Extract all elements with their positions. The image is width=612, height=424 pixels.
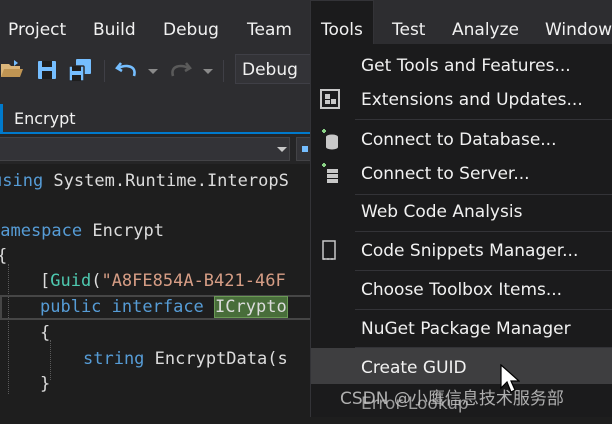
open-folder-icon[interactable]	[0, 58, 24, 82]
redo-dropdown-arrow[interactable]	[203, 69, 213, 74]
open-brace: {	[0, 246, 7, 266]
keyword-public: public	[40, 297, 102, 317]
keyword-string: string	[83, 349, 145, 369]
attribute-paren: (	[91, 271, 102, 291]
undo-icon[interactable]	[115, 58, 139, 82]
code-line-5: [Guid("A8FE854A-B421-46F	[40, 269, 286, 294]
code-line-1: using System.Runtime.InteropS	[0, 169, 289, 194]
watermark: CSDN @小鹰信息技术服务部	[340, 389, 564, 409]
code-line-6: public interface ICrypto	[40, 295, 288, 320]
menu-item-label: Create GUID	[361, 358, 467, 378]
open-brace: {	[40, 323, 51, 343]
namespace-name: Encrypt	[82, 221, 165, 241]
type-dropdown[interactable]	[0, 137, 290, 161]
close-brace: }	[40, 374, 51, 394]
attribute-bracket: [	[40, 271, 51, 291]
save-all-icon[interactable]	[68, 58, 92, 82]
snippet-icon	[322, 240, 336, 260]
menu-test[interactable]: Test	[392, 0, 425, 44]
menu-item-label: Code Snippets Manager...	[361, 241, 579, 261]
menu-debug[interactable]: Debug	[163, 0, 219, 44]
redo-icon[interactable]	[168, 58, 192, 82]
keyword-namespace: namespace	[0, 221, 83, 241]
menu-team[interactable]: Team	[247, 0, 292, 44]
toolbar-separator	[223, 60, 224, 82]
undo-dropdown-arrow[interactable]	[148, 69, 158, 74]
indent-guide	[8, 264, 9, 394]
interface-name-highlight: ICrypto	[214, 296, 288, 318]
code-line-4: {	[0, 244, 7, 269]
guid-string: "A8FE854A-B421-46F	[101, 271, 286, 291]
menu-item-create-guid[interactable]: Create GUID	[311, 348, 612, 384]
menu-item-get-tools[interactable]: Get Tools and Features...	[311, 46, 612, 82]
chevron-down-icon	[277, 147, 287, 152]
menu-bar: Project Build Debug Team Tools Test Anal…	[0, 0, 612, 44]
tools-menu-dropdown: Get Tools and Features... Extensions and…	[310, 44, 612, 417]
menu-item-choose-toolbox[interactable]: Choose Toolbox Items...	[311, 270, 612, 306]
menu-item-label: Extensions and Updates...	[361, 90, 583, 110]
menu-item-extensions[interactable]: Extensions and Updates...	[311, 80, 612, 116]
menu-item-label: Web Code Analysis	[361, 202, 523, 222]
code-line-8: string EncryptData(s	[83, 347, 288, 372]
save-icon[interactable]	[35, 58, 59, 82]
mouse-cursor-icon	[500, 364, 520, 393]
menu-item-label: Choose Toolbox Items...	[361, 280, 563, 300]
document-tab-label: Encrypt	[14, 109, 76, 128]
code-line-7: {	[40, 321, 50, 346]
menu-item-connect-server[interactable]: Connect to Server...	[311, 154, 612, 190]
menu-item-connect-database[interactable]: Connect to Database...	[311, 120, 612, 156]
database-icon	[322, 129, 338, 150]
document-tab-encrypt[interactable]: Encrypt	[0, 104, 333, 132]
extensions-icon	[320, 89, 340, 109]
menu-analyze[interactable]: Analyze	[452, 0, 519, 44]
member-icon	[302, 146, 308, 152]
keyword-using: using	[0, 171, 44, 191]
menu-item-nuget[interactable]: NuGet Package Manager	[311, 309, 612, 345]
keyword-interface: interface	[111, 297, 204, 317]
menu-tools[interactable]: Tools	[310, 0, 374, 44]
menu-window[interactable]: Window	[545, 0, 612, 44]
code-line-3: namespace Encrypt	[0, 219, 164, 244]
configuration-dropdown[interactable]: Debug	[235, 54, 315, 84]
menu-build[interactable]: Build	[93, 0, 136, 44]
menu-item-label: Connect to Server...	[361, 164, 530, 184]
menu-item-label: NuGet Package Manager	[361, 319, 571, 339]
code-line-9: }	[40, 372, 50, 397]
namespace-ref: System.Runtime.InteropS	[43, 171, 289, 191]
menu-project[interactable]: Project	[8, 0, 66, 44]
toolbar-separator	[104, 60, 105, 82]
menu-item-web-code-analysis[interactable]: Web Code Analysis	[311, 192, 612, 228]
attribute-name: Guid	[50, 271, 92, 291]
server-icon	[322, 163, 338, 183]
method-signature: EncryptData(s	[144, 349, 288, 369]
menu-item-code-snippets[interactable]: Code Snippets Manager...	[311, 231, 612, 267]
